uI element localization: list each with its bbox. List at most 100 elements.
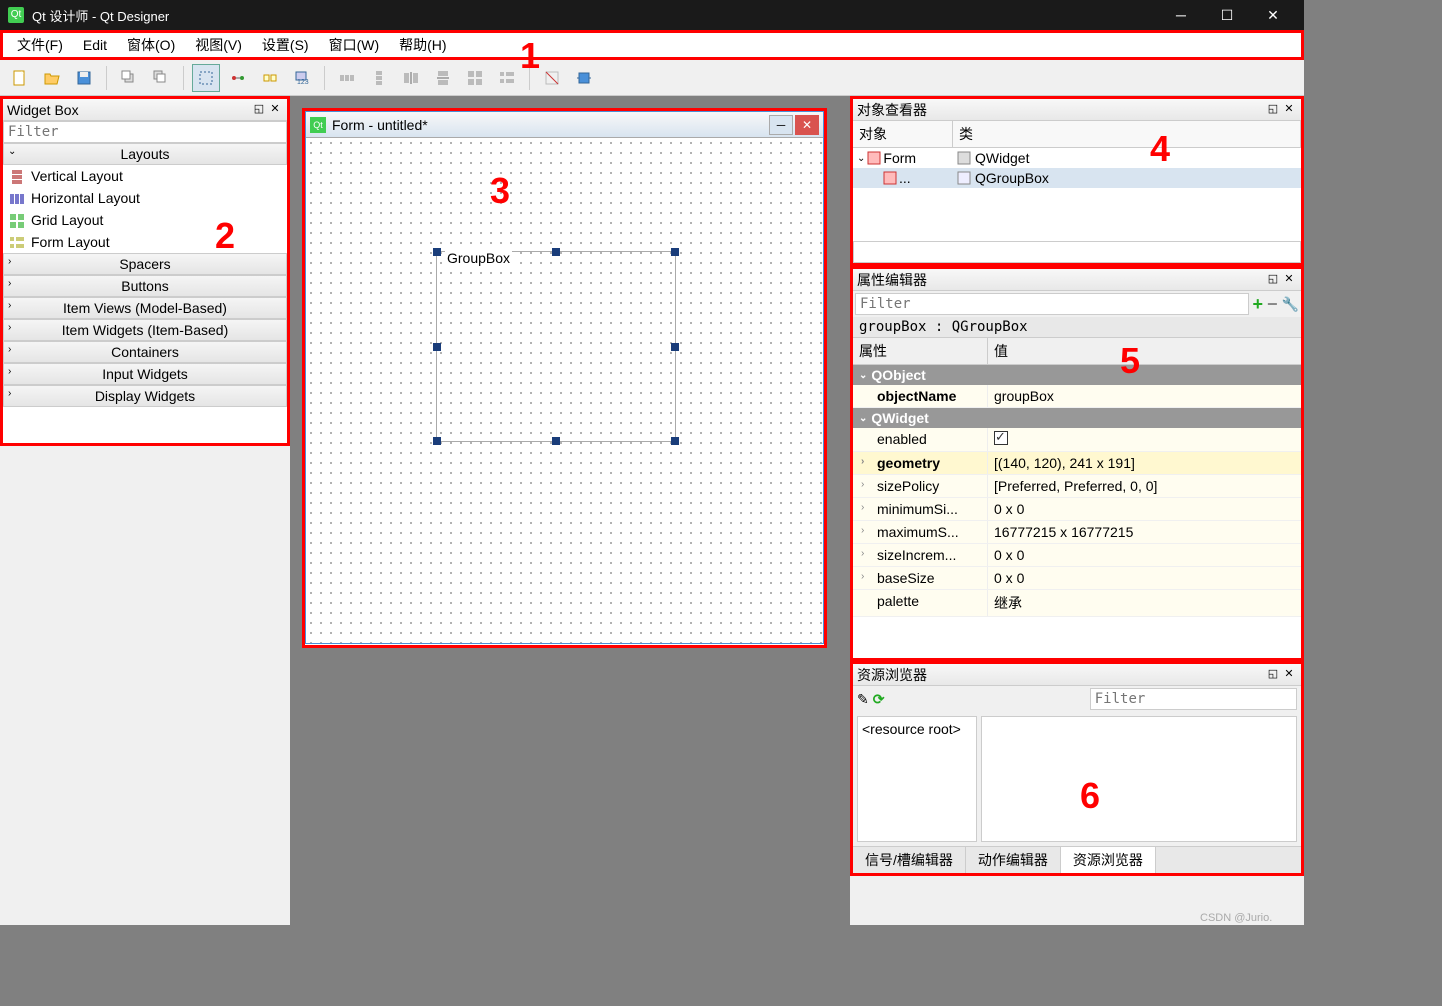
object-inspector-close-button[interactable]: ✕ [1281, 102, 1297, 118]
widget-category-itemviews[interactable]: ›Item Views (Model-Based) [3, 297, 287, 319]
new-form-button[interactable] [6, 64, 34, 92]
widget-item-horizontal-layout[interactable]: Horizontal Layout [3, 187, 287, 209]
widget-item-vertical-layout[interactable]: Vertical Layout [3, 165, 287, 187]
widget-category-displaywidgets[interactable]: ›Display Widgets [3, 385, 287, 407]
menu-view[interactable]: 视图(V) [185, 31, 252, 59]
widget-box-filter-input[interactable] [3, 121, 287, 143]
menu-window[interactable]: 窗口(W) [319, 31, 390, 59]
property-row-sizeincrement[interactable]: ›sizeIncrem... 0 x 0 [853, 544, 1301, 567]
object-inspector-float-button[interactable]: ◱ [1265, 102, 1281, 118]
adjust-size-button[interactable] [570, 64, 598, 92]
widget-category-spacers[interactable]: ›Spacers [3, 253, 287, 275]
form-canvas[interactable]: GroupBox [306, 138, 823, 643]
send-back-button[interactable] [115, 64, 143, 92]
widget-box-float-button[interactable]: ◱ [251, 102, 267, 118]
layout-horizontal-button[interactable] [333, 64, 361, 92]
widget-box-close-button[interactable]: ✕ [267, 102, 283, 118]
minimize-button[interactable]: ─ [1158, 0, 1204, 30]
edit-taborder-button[interactable]: 123 [288, 64, 316, 92]
property-row-sizepolicy[interactable]: ›sizePolicy [Preferred, Preferred, 0, 0] [853, 475, 1301, 498]
property-row-objectname[interactable]: objectName groupBox [853, 385, 1301, 408]
layout-vsplitter-button[interactable] [429, 64, 457, 92]
property-filter-input[interactable] [855, 293, 1249, 315]
widget-category-layouts[interactable]: ⌄Layouts [3, 143, 287, 165]
widget-item-grid-layout[interactable]: Grid Layout [3, 209, 287, 231]
layout-grid-button[interactable] [461, 64, 489, 92]
window-title: Qt 设计师 - Qt Designer [32, 6, 1158, 25]
form-minimize-button[interactable]: ─ [769, 115, 793, 135]
menu-edit[interactable]: Edit [73, 33, 117, 57]
property-col-value: 值 [988, 338, 1014, 364]
open-button[interactable] [38, 64, 66, 92]
widget-category-inputwidgets[interactable]: ›Input Widgets [3, 363, 287, 385]
widget-category-containers[interactable]: ›Containers [3, 341, 287, 363]
resize-handle-br[interactable] [671, 437, 679, 445]
resource-browser-float-button[interactable]: ◱ [1265, 667, 1281, 683]
form-titlebar[interactable]: Qt Form - untitled* ─ ✕ [306, 112, 823, 138]
object-inspector-panel: 对象查看器 ◱ ✕ 对象 类 ⌄Form QWidget ... QG [850, 96, 1304, 266]
resize-handle-ml[interactable] [433, 343, 441, 351]
layout-vertical-button[interactable] [365, 64, 393, 92]
resource-root-item[interactable]: <resource root> [862, 721, 972, 737]
annotation-5: 5 [1120, 340, 1140, 382]
resource-browser-close-button[interactable]: ✕ [1281, 667, 1297, 683]
property-editor-close-button[interactable]: ✕ [1281, 272, 1297, 288]
property-row-minsize[interactable]: ›minimumSi... 0 x 0 [853, 498, 1301, 521]
property-group-qobject[interactable]: ⌄QObject [853, 365, 1301, 385]
menu-file[interactable]: 文件(F) [7, 31, 73, 59]
property-list[interactable]: ⌄QObject objectName groupBox ⌄QWidget en… [853, 365, 1301, 658]
resize-handle-tc[interactable] [552, 248, 560, 256]
property-editor-float-button[interactable]: ◱ [1265, 272, 1281, 288]
object-row-groupbox[interactable]: ... QGroupBox [853, 168, 1301, 188]
widget-category-buttons[interactable]: ›Buttons [3, 275, 287, 297]
resource-browser-title: 资源浏览器 [857, 665, 1265, 685]
property-row-basesize[interactable]: ›baseSize 0 x 0 [853, 567, 1301, 590]
property-row-palette[interactable]: palette 继承 [853, 590, 1301, 617]
qt-logo-icon: Qt [8, 7, 24, 23]
layout-hsplitter-button[interactable] [397, 64, 425, 92]
menu-form[interactable]: 窗体(O) [117, 31, 185, 59]
property-row-enabled[interactable]: enabled [853, 428, 1301, 452]
resize-handle-tr[interactable] [671, 248, 679, 256]
resize-handle-mr[interactable] [671, 343, 679, 351]
reload-resource-icon[interactable]: ⟳ [873, 691, 885, 708]
property-group-qwidget[interactable]: ⌄QWidget [853, 408, 1301, 428]
tab-actions[interactable]: 动作编辑器 [966, 847, 1061, 873]
annotation-3: 3 [490, 170, 510, 212]
widget-item-form-layout[interactable]: Form Layout [3, 231, 287, 253]
resource-view[interactable] [981, 716, 1297, 842]
edit-signals-button[interactable] [224, 64, 252, 92]
menu-help[interactable]: 帮助(H) [389, 31, 456, 59]
property-row-maxsize[interactable]: ›maximumS... 16777215 x 16777215 [853, 521, 1301, 544]
property-row-geometry[interactable]: ›geometry [(140, 120), 241 x 191] [853, 452, 1301, 475]
edit-resource-icon[interactable]: ✎ [857, 691, 869, 708]
break-layout-button[interactable] [538, 64, 566, 92]
resource-tree[interactable]: <resource root> [857, 716, 977, 842]
groupbox-widget[interactable]: GroupBox [436, 251, 676, 442]
widget-category-itemwidgets[interactable]: ›Item Widgets (Item-Based) [3, 319, 287, 341]
edit-buddies-button[interactable] [256, 64, 284, 92]
remove-property-icon[interactable]: − [1267, 294, 1278, 315]
edit-widgets-button[interactable] [192, 64, 220, 92]
resource-filter-input[interactable] [1090, 688, 1297, 710]
close-button[interactable]: ✕ [1250, 0, 1296, 30]
widget-box-list[interactable]: ⌄Layouts Vertical Layout Horizontal Layo… [3, 143, 287, 443]
object-row-form[interactable]: ⌄Form QWidget [853, 148, 1301, 168]
add-property-icon[interactable]: + [1253, 294, 1264, 315]
annotation-2: 2 [215, 215, 235, 257]
bring-front-button[interactable] [147, 64, 175, 92]
resize-handle-bc[interactable] [552, 437, 560, 445]
resize-handle-tl[interactable] [433, 248, 441, 256]
form-close-button[interactable]: ✕ [795, 115, 819, 135]
menu-settings[interactable]: 设置(S) [252, 31, 319, 59]
maximize-button[interactable]: ☐ [1204, 0, 1250, 30]
settings-property-icon[interactable]: 🔧 [1282, 296, 1299, 313]
object-tree[interactable]: 对象 类 ⌄Form QWidget ... QGroupBox [853, 121, 1301, 241]
tab-resources[interactable]: 资源浏览器 [1061, 847, 1156, 873]
layout-form-button[interactable] [493, 64, 521, 92]
tab-signals[interactable]: 信号/槽编辑器 [853, 847, 966, 873]
save-button[interactable] [70, 64, 98, 92]
object-inspector-filter[interactable] [853, 241, 1301, 263]
resize-handle-bl[interactable] [433, 437, 441, 445]
enabled-checkbox[interactable] [994, 431, 1008, 445]
